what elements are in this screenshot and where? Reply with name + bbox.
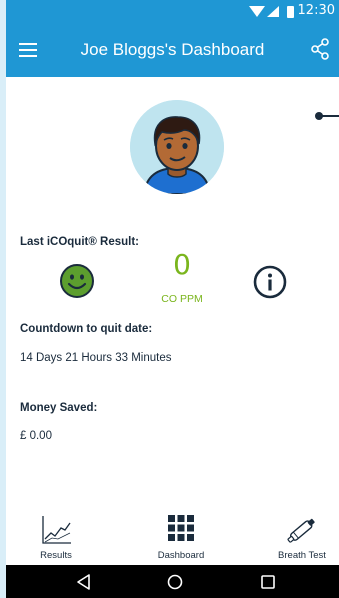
nav-breath-test-label: Breath Test xyxy=(278,550,326,561)
status-time: 12:30 xyxy=(297,3,335,18)
avatar[interactable] xyxy=(130,100,224,194)
money-saved-value: £ 0.00 xyxy=(20,430,52,442)
home-icon[interactable] xyxy=(166,573,184,591)
co-reading-value: 0 xyxy=(173,248,191,281)
menu-icon[interactable] xyxy=(16,39,42,61)
wifi-icon xyxy=(249,6,265,17)
app-bar: Joe Bloggs's Dashboard xyxy=(6,23,339,77)
drawer-handle[interactable] xyxy=(314,108,339,124)
avatar-illustration xyxy=(130,100,224,194)
status-icons xyxy=(249,6,294,18)
signal-icon xyxy=(267,6,279,17)
recent-apps-icon[interactable] xyxy=(259,573,277,591)
system-nav-bar xyxy=(6,565,339,598)
countdown-value: 14 Days 21 Hours 33 Minutes xyxy=(20,352,172,364)
nav-breath-test[interactable]: Breath Test xyxy=(266,510,338,565)
status-bar: 12:30 xyxy=(6,0,339,23)
back-icon[interactable] xyxy=(75,573,93,591)
breath-device-icon xyxy=(287,518,315,543)
nav-results-label: Results xyxy=(40,550,72,561)
share-icon[interactable] xyxy=(309,37,331,61)
line-chart-icon xyxy=(42,516,71,544)
co-reading-unit: CO PPM xyxy=(161,293,203,305)
smiley-face-icon xyxy=(60,264,94,298)
grid-icon xyxy=(168,515,194,541)
money-saved-label: Money Saved: xyxy=(20,402,98,414)
info-icon[interactable] xyxy=(253,265,287,299)
page-title: Joe Bloggs's Dashboard xyxy=(80,40,265,59)
nav-dashboard[interactable]: Dashboard xyxy=(143,510,219,565)
phone-screen: 12:30 Joe Bloggs's Dashboard Last iCOqui… xyxy=(6,0,339,598)
nav-dashboard-label: Dashboard xyxy=(157,550,205,561)
battery-icon xyxy=(287,6,294,18)
countdown-label: Countdown to quit date: xyxy=(20,323,153,335)
nav-results[interactable]: Results xyxy=(26,510,86,565)
bottom-nav: Results Dashboard Breath Test xyxy=(6,510,339,565)
last-result-label: Last iCOquit® Result: xyxy=(20,236,140,248)
